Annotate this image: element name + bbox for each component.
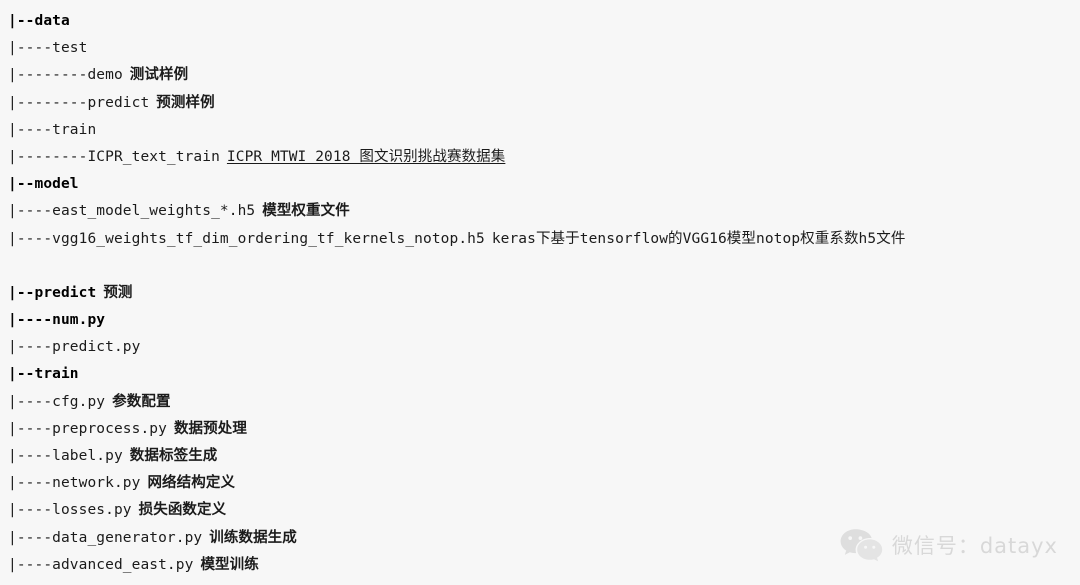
tree-line: |----vgg16_weights_tf_dim_ordering_tf_ke…	[8, 226, 1072, 253]
tree-path: |--------demo	[8, 67, 123, 84]
tree-line: |--------ICPR_text_train ICPR MTWI 2018 图…	[8, 144, 1072, 171]
tree-line: |--train	[8, 361, 1072, 388]
tree-description: 模型权重文件	[262, 203, 350, 220]
tree-path: |--data	[8, 13, 70, 29]
tree-line: |--------demo 测试样例	[8, 62, 1072, 89]
tree-path: |--predict	[8, 284, 97, 301]
tree-path: |----vgg16_weights_tf_dim_ordering_tf_ke…	[8, 230, 485, 247]
tree-path: |----label.py	[8, 448, 123, 464]
tree-line: |--------predict 预测样例	[8, 90, 1072, 117]
tree-path: |--model	[8, 176, 79, 193]
tree-path: |----num.py	[8, 312, 106, 329]
tree-path: |----network.py	[8, 475, 141, 492]
tree-line: |----predict.py	[8, 334, 1072, 361]
tree-path: |----losses.py	[8, 502, 132, 519]
tree-description: 参数配置	[112, 393, 171, 410]
tree-path: |----test	[8, 40, 88, 57]
tree-description: 训练数据生成	[209, 529, 297, 546]
tree-link-label[interactable]: ICPR MTWI 2018 图文识别挑战赛数据集	[227, 149, 505, 165]
tree-path: |----advanced_east.py	[8, 556, 194, 573]
tree-line: |----east_model_weights_*.h5 模型权重文件	[8, 198, 1072, 225]
tree-description: 预测	[103, 284, 133, 301]
tree-path: |----data_generator.py	[8, 529, 203, 546]
tree-path: |--train	[8, 366, 79, 383]
tree-description: 模型训练	[200, 556, 259, 573]
tree-description: 预测样例	[156, 94, 215, 111]
tree-line: |----advanced_east.py 模型训练	[8, 552, 1072, 579]
tree-line: |----train	[8, 117, 1072, 144]
tree-description: 网络结构定义	[147, 475, 236, 492]
tree-line: |----preprocess.py 数据预处理	[8, 416, 1072, 443]
tree-path: |----preprocess.py	[8, 420, 167, 437]
tree-line: |--data	[8, 8, 1072, 35]
tree-description: 损失函数定义	[138, 502, 227, 519]
tree-line: |----label.py 数据标签生成	[8, 443, 1072, 470]
tree-path: |--------ICPR_text_train	[8, 148, 220, 165]
tree-description: 测试样例	[129, 67, 189, 84]
tree-line: |----network.py 网络结构定义	[8, 470, 1072, 497]
tree-path: |----train	[8, 121, 97, 138]
tree-path: |----east_model_weights_*.h5	[8, 203, 256, 220]
tree-path: |--------predict	[8, 94, 150, 111]
tree-path: |----predict.py	[8, 339, 141, 356]
tree-description: 数据标签生成	[129, 448, 218, 464]
tree-path: |----cfg.py	[8, 393, 106, 410]
tree-line: |----num.py	[8, 307, 1072, 334]
tree-line: |----test	[8, 35, 1072, 62]
tree-line: |----losses.py 损失函数定义	[8, 497, 1072, 524]
tree-line: |----data_generator.py 训练数据生成	[8, 525, 1072, 552]
tree-description: 数据预处理	[173, 420, 247, 437]
tree-line: |--model	[8, 171, 1072, 198]
tree-description: keras下基于tensorflow的VGG16模型notop权重系数h5文件	[491, 230, 906, 247]
tree-line: |----cfg.py 参数配置	[8, 389, 1072, 416]
directory-tree: |--data |----test |--------demo 测试样例 |------…	[8, 8, 1072, 579]
tree-line: |--predict 预测	[8, 280, 1072, 307]
